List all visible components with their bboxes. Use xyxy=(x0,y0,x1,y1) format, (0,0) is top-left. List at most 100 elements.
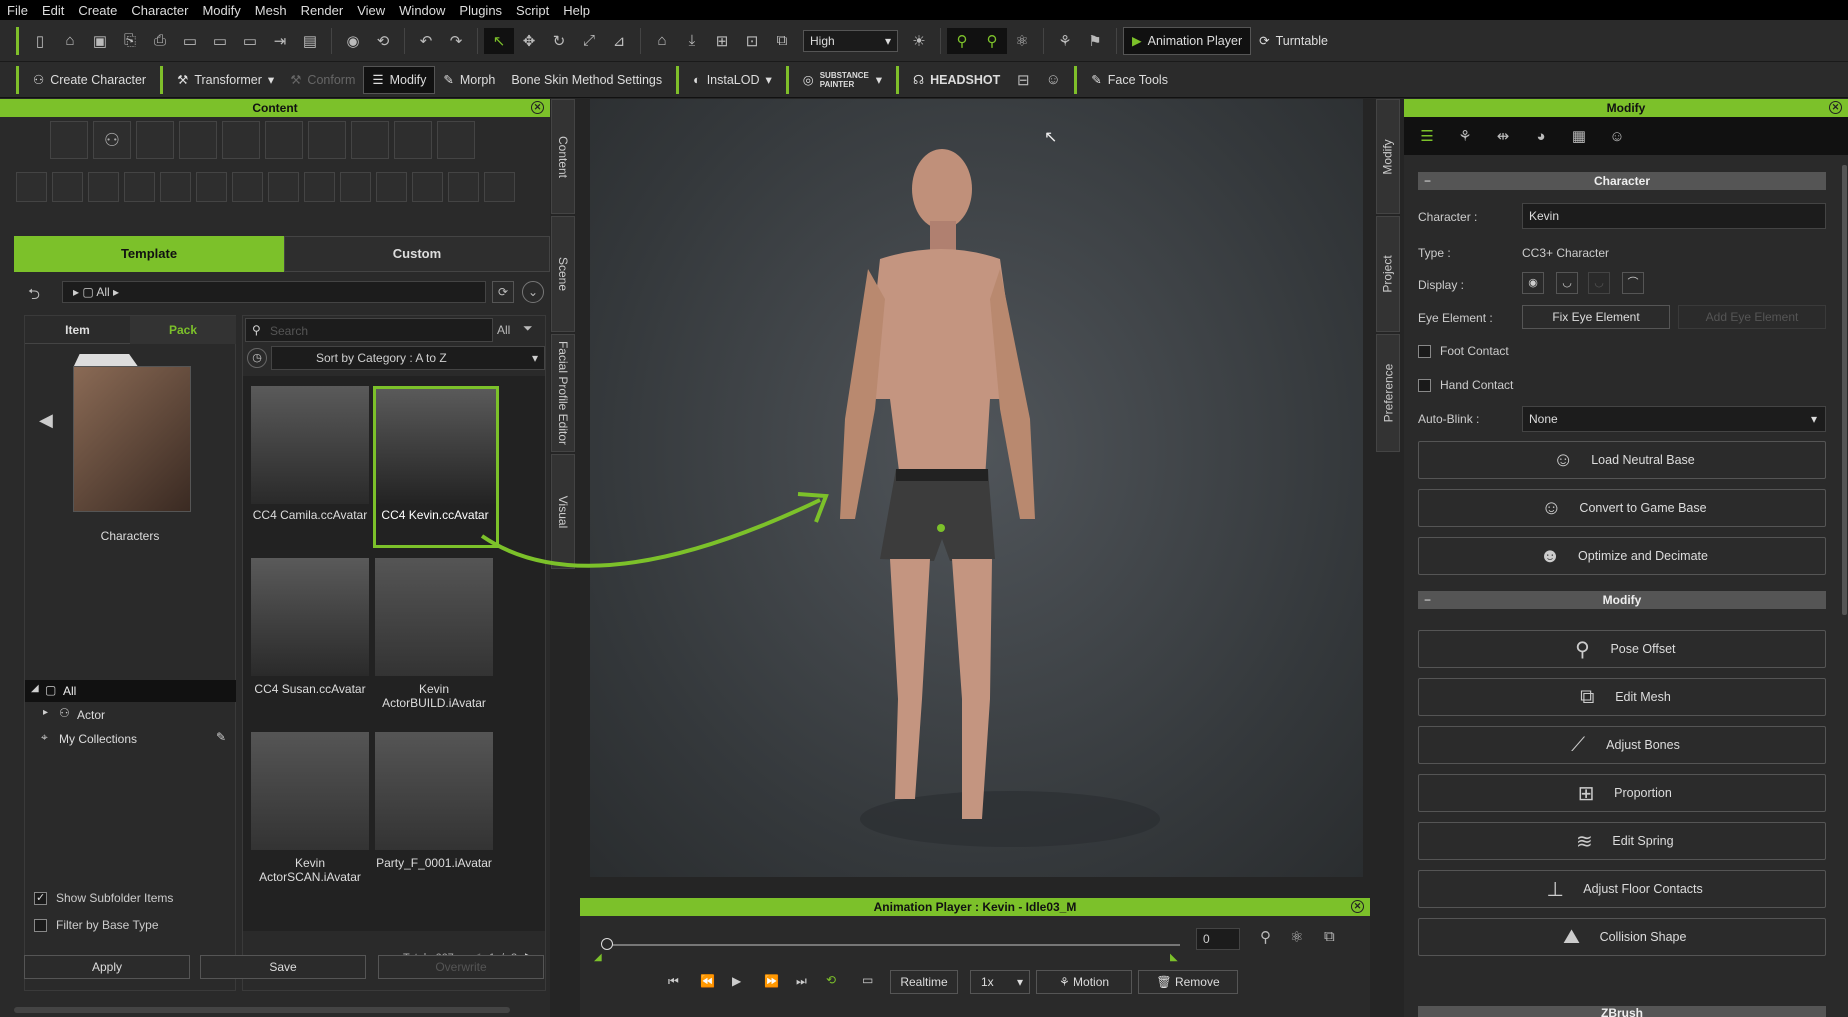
slot-icon[interactable] xyxy=(124,172,155,202)
tab-custom[interactable]: Custom xyxy=(284,236,550,272)
fix-eye-button[interactable]: Fix Eye Element xyxy=(1522,305,1670,329)
save-button[interactable]: Save xyxy=(200,955,366,979)
redo-icon[interactable]: ↷ xyxy=(441,28,471,54)
instalod-button[interactable]: ◐ InstaLOD ▾ xyxy=(685,66,780,94)
motion-button[interactable]: ⚘ Motion xyxy=(1036,970,1132,994)
menu-view[interactable]: View xyxy=(350,3,392,18)
range-start-icon[interactable]: ◢ xyxy=(594,952,602,963)
menu-file[interactable]: File xyxy=(0,3,35,18)
transformer-button[interactable]: ⚒ Transformer ▾ xyxy=(169,66,282,94)
next-frame-icon[interactable]: ⏩ xyxy=(764,974,779,988)
menu-modify[interactable]: Modify xyxy=(195,3,247,18)
globe-icon[interactable]: ◉ xyxy=(338,28,368,54)
hair-icon[interactable] xyxy=(136,121,174,159)
camera-view-icon[interactable]: ⧉ xyxy=(767,28,797,54)
overwrite-button[interactable]: Overwrite xyxy=(378,955,544,979)
eye-lower-icon[interactable]: ◡ xyxy=(1556,272,1578,294)
foot-contact-checkbox[interactable] xyxy=(1418,345,1431,358)
menu-script[interactable]: Script xyxy=(509,3,556,18)
vertical-scrollbar[interactable] xyxy=(1842,165,1847,615)
pose-icon[interactable] xyxy=(351,121,389,159)
animation-player-button[interactable]: ▶ Animation Player xyxy=(1123,26,1252,55)
adjust-floor-contacts-button[interactable]: ⊥ Adjust Floor Contacts xyxy=(1418,870,1826,908)
filter-icon[interactable]: ⏷ xyxy=(523,321,533,336)
play-icon[interactable]: ▶ xyxy=(732,974,741,988)
load-neutral-base-button[interactable]: ☺ Load Neutral Base xyxy=(1418,441,1826,479)
slot-icon[interactable] xyxy=(304,172,335,202)
refresh-icon[interactable]: ⟳ xyxy=(492,281,514,303)
render-icon[interactable]: ▤ xyxy=(295,28,325,54)
adjust-bones-button[interactable]: ⟋ Adjust Bones xyxy=(1418,726,1826,764)
characters-pack-thumbnail[interactable] xyxy=(73,366,191,512)
breadcrumb[interactable]: ▸ ▢ All ▸ xyxy=(62,281,486,303)
eyelash-icon[interactable]: ⌒ xyxy=(1622,272,1644,294)
history-icon[interactable]: ◷ xyxy=(247,348,267,368)
first-frame-icon[interactable]: ⏮ xyxy=(668,974,679,989)
horizontal-scrollbar[interactable] xyxy=(14,1007,510,1013)
item-thumbnail[interactable] xyxy=(251,386,369,504)
edit-mesh-button[interactable]: ⧉ Edit Mesh xyxy=(1418,678,1826,716)
fk-icon[interactable]: ⚲ xyxy=(977,27,1007,54)
zbrush-section-header[interactable]: ZBrush xyxy=(1418,1006,1826,1017)
loop-icon[interactable]: ⟲ xyxy=(826,973,836,987)
material-icon[interactable] xyxy=(437,121,475,159)
sliders-icon[interactable]: ☰ xyxy=(1412,123,1442,149)
quality-dropdown[interactable]: High ▾ xyxy=(803,29,898,52)
menu-render[interactable]: Render xyxy=(294,3,351,18)
create-character-button[interactable]: ⚇ Create Character xyxy=(25,66,154,94)
close-icon[interactable]: ✕ xyxy=(1351,900,1364,913)
right-tab-project[interactable]: Project xyxy=(1376,216,1400,332)
subtitle-icon[interactable]: ▭ xyxy=(862,973,873,987)
last-frame-icon[interactable]: ⏭ xyxy=(796,974,807,989)
slot-icon[interactable] xyxy=(268,172,299,202)
autoblink-dropdown[interactable]: None ▾ xyxy=(1522,406,1826,432)
motion-icon[interactable]: ⚘ xyxy=(1050,28,1080,54)
tree-item-collections[interactable]: ⌖ My Collections ✎ xyxy=(25,728,236,750)
modify-section-header[interactable]: − Modify xyxy=(1418,591,1826,609)
bone-skin-button[interactable]: Bone Skin Method Settings xyxy=(503,66,670,94)
side-tab-scene[interactable]: Scene xyxy=(551,216,575,332)
undo-icon[interactable]: ↶ xyxy=(411,28,441,54)
drop-icon[interactable]: ⤓ xyxy=(677,28,707,54)
ik-foot-icon[interactable]: ⚲ xyxy=(1260,928,1271,946)
proportion-button[interactable]: ⊞ Proportion xyxy=(1418,774,1826,812)
tab-template[interactable]: Template xyxy=(14,236,284,272)
pin-icon[interactable]: ⟲ xyxy=(368,28,398,54)
ik-icon[interactable]: ⚲ xyxy=(947,27,977,54)
menu-mesh[interactable]: Mesh xyxy=(248,3,294,18)
slot-icon[interactable] xyxy=(232,172,263,202)
show-subfolder-checkbox[interactable]: ✓ xyxy=(34,892,47,905)
optimize-decimate-button[interactable]: ☻ Optimize and Decimate xyxy=(1418,537,1826,575)
home-icon[interactable]: ⌂ xyxy=(647,28,677,54)
turntable-button[interactable]: ⟳ Turntable xyxy=(1251,27,1336,55)
timeline-handle[interactable] xyxy=(601,938,613,950)
remove-button[interactable]: 🗑 Remove xyxy=(1138,970,1238,994)
convert-game-base-button[interactable]: ☺ Convert to Game Base xyxy=(1418,489,1826,527)
slot-icon[interactable] xyxy=(52,172,83,202)
eye-open-icon[interactable]: ◉ xyxy=(1522,272,1544,294)
prev-arrow-icon[interactable]: ◀ xyxy=(39,410,53,431)
usd-export-icon[interactable]: ▭ xyxy=(235,28,265,54)
fit-icon[interactable]: ⊡ xyxy=(737,28,767,54)
morph-icon[interactable]: ⇹ xyxy=(1488,123,1518,149)
slot-icon[interactable] xyxy=(16,172,47,202)
filter-base-checkbox[interactable] xyxy=(34,919,47,932)
flag-icon[interactable]: ⚑ xyxy=(1080,28,1110,54)
slot-icon[interactable] xyxy=(196,172,227,202)
fbx-export-icon[interactable]: ▭ xyxy=(205,28,235,54)
expand-icon[interactable]: ⌄ xyxy=(522,281,544,303)
modify-button[interactable]: ☰ Modify xyxy=(363,65,436,94)
right-tab-preference[interactable]: Preference xyxy=(1376,334,1400,452)
back-icon[interactable]: ⮌ xyxy=(28,284,40,309)
side-tab-facial[interactable]: Facial Profile Editor xyxy=(551,334,575,452)
window-icon[interactable]: ⧉ xyxy=(1324,928,1335,945)
frame-icon[interactable]: ⊞ xyxy=(707,28,737,54)
item-thumbnail[interactable] xyxy=(251,732,369,850)
slot-icon[interactable] xyxy=(88,172,119,202)
search-box[interactable]: ⚲ Search xyxy=(245,318,493,342)
obj-export-icon[interactable]: ▭ xyxy=(175,28,205,54)
eye-blink-icon[interactable]: ◡ xyxy=(1588,272,1610,294)
scale-icon[interactable]: ⤢ xyxy=(574,28,604,54)
apply-button[interactable]: Apply xyxy=(24,955,190,979)
slot-icon[interactable] xyxy=(484,172,515,202)
